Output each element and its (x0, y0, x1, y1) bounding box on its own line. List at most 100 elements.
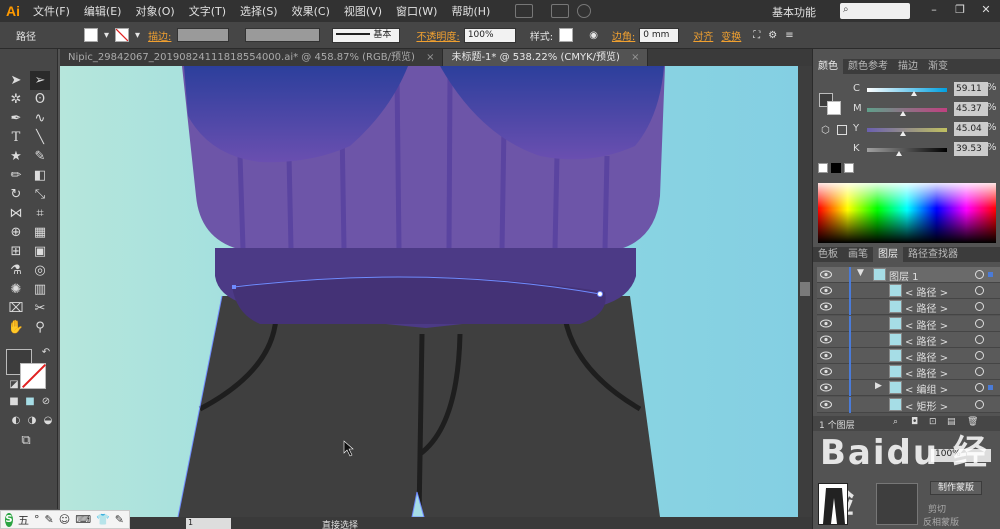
tab-color[interactable]: 颜色 (813, 59, 843, 74)
scroll-thumb[interactable] (800, 282, 810, 296)
artboard-number-field[interactable]: 1 (186, 518, 231, 529)
layer-name[interactable]: < 路径 > (905, 317, 948, 332)
invert-mask-checkbox-label[interactable]: 反相蒙版 (923, 515, 959, 528)
line-tool-icon[interactable]: ╲ (30, 128, 50, 147)
minimize-icon[interactable]: – (924, 3, 944, 19)
tab-document-2[interactable]: 未标题-1* @ 538.22% (CMYK/预览) × (443, 49, 649, 66)
eye-icon[interactable] (820, 335, 832, 344)
fill-swatch[interactable] (84, 28, 98, 42)
close-icon[interactable]: × (631, 52, 639, 63)
tab-stroke[interactable]: 描边 (893, 59, 923, 74)
eye-icon[interactable] (820, 302, 832, 311)
sublayer-row[interactable]: < 路径 > (817, 315, 1000, 332)
target-icon[interactable] (975, 286, 984, 296)
selection-tool-icon[interactable]: ➤ (6, 71, 26, 90)
ime-punct-icon[interactable]: ° (34, 513, 40, 526)
draw-inside-icon[interactable]: ◒ (38, 411, 58, 430)
perspective-grid-icon[interactable]: ▦ (30, 223, 50, 242)
layer-name[interactable]: < 路径 > (905, 365, 948, 380)
tab-document-1[interactable]: Nipic_29842067_20190824111818554000.ai* … (60, 49, 444, 66)
lasso-icon[interactable]: ʘ (30, 90, 50, 109)
scale-tool-icon[interactable]: ⤡ (30, 185, 50, 204)
make-mask-button[interactable]: 制作蒙版 (930, 481, 982, 495)
close-icon[interactable]: ✕ (976, 3, 996, 19)
channel-slider[interactable] (867, 88, 947, 92)
corner-label[interactable]: 边角: (608, 28, 639, 43)
sublayer-row[interactable]: < 路径 > (817, 331, 1000, 348)
menu-effect[interactable]: 效果(C) (285, 3, 337, 19)
menu-edit[interactable]: 编辑(E) (77, 3, 129, 19)
maximize-icon[interactable]: ❐ (950, 3, 970, 19)
screen-mode-icon[interactable]: ⧉ (16, 431, 36, 450)
layer-name[interactable]: < 路径 > (905, 284, 948, 299)
target-icon[interactable] (975, 270, 984, 279)
channel-slider[interactable] (867, 128, 947, 132)
clip-checkbox-label[interactable]: 剪切 (928, 502, 946, 515)
graphic-style-swatch[interactable] (559, 28, 574, 42)
direct-selection-tool-icon[interactable]: ➢ (30, 71, 50, 90)
recolor-icon[interactable]: ◉ (585, 30, 602, 41)
transform-link[interactable]: 变换 (717, 28, 745, 43)
none-color-swatch[interactable] (818, 163, 828, 173)
layer-row[interactable]: ▼ 图层 1 (817, 267, 1000, 283)
tab-brushes[interactable]: 画笔 (843, 247, 873, 262)
free-transform-icon[interactable]: ⌗ (30, 204, 50, 223)
gradient-tool-icon[interactable]: ▣ (30, 242, 50, 261)
eye-icon[interactable] (820, 319, 832, 328)
column-graph-icon[interactable]: ▥ (30, 280, 50, 299)
stroke-swatch[interactable] (115, 28, 130, 42)
paintbrush-icon[interactable]: ✎ (30, 147, 50, 166)
rotate-tool-icon[interactable]: ↻ (6, 185, 26, 204)
eraser-icon[interactable]: ◧ (30, 166, 50, 185)
eye-icon[interactable] (820, 286, 832, 295)
blend-tool-icon[interactable]: ◎ (30, 261, 50, 280)
opacity-input[interactable]: 100% (463, 27, 516, 43)
slider-thumb[interactable] (900, 131, 906, 136)
eye-icon[interactable] (820, 367, 832, 376)
ime-mode[interactable]: 五 (18, 512, 29, 528)
eye-icon[interactable] (820, 400, 832, 409)
menu-object[interactable]: 对象(O) (128, 3, 181, 19)
select-similar-icon[interactable]: ⚙ (764, 30, 781, 41)
menu-view[interactable]: 视图(V) (337, 3, 389, 19)
channel-value-input[interactable]: 45.04 (954, 122, 988, 136)
channel-value-input[interactable]: 45.37 (954, 102, 988, 116)
out-of-gamut-icon[interactable]: ⬡ (821, 125, 830, 136)
panel-menu-icon[interactable]: ≡ (781, 30, 797, 41)
black-color-swatch[interactable] (831, 163, 841, 173)
target-icon[interactable] (975, 318, 984, 328)
layer-name[interactable]: < 路径 > (905, 349, 948, 364)
sublayer-row[interactable]: < 路径 > (817, 364, 1000, 381)
brush-definition-dropdown[interactable]: 基本 (332, 27, 401, 43)
menu-help[interactable]: 帮助(H) (444, 3, 497, 19)
curvature-tool-icon[interactable]: ∿ (30, 109, 50, 128)
tab-swatches[interactable]: 色板 (813, 247, 843, 262)
layer-name[interactable]: < 矩形 > (905, 398, 948, 413)
sublayer-row[interactable]: ▶ < 编组 > (817, 380, 1000, 397)
layer-name[interactable]: < 编组 > (905, 381, 948, 396)
artboard-canvas[interactable] (60, 66, 798, 517)
none-mode-icon[interactable]: ⊘ (36, 392, 56, 411)
star-tool-icon[interactable]: ★ (6, 147, 26, 166)
shape-builder-icon[interactable]: ⊕ (6, 223, 26, 242)
target-icon[interactable] (975, 334, 984, 344)
target-icon[interactable] (975, 399, 984, 409)
selection-indicator[interactable] (988, 385, 993, 391)
isolate-icon[interactable]: ⛶ (749, 30, 764, 41)
ime-keyboard-icon[interactable]: ⌨ (75, 513, 91, 526)
width-tool-icon[interactable]: ⋈ (6, 204, 26, 223)
ime-toolbar[interactable]: S 五 ° ✎ ☺ ⌨ 👕 ✎ (0, 510, 130, 529)
slider-thumb[interactable] (896, 151, 902, 156)
opacity-label[interactable]: 不透明度: (412, 28, 463, 43)
selection-indicator[interactable] (988, 272, 993, 277)
variable-width-dropdown[interactable] (245, 28, 321, 42)
menu-select[interactable]: 选择(S) (233, 3, 285, 19)
expand-arrow-icon[interactable]: ▶ (875, 381, 882, 391)
menu-window[interactable]: 窗口(W) (389, 3, 444, 19)
menu-file[interactable]: 文件(F) (26, 3, 77, 19)
stroke-weight-dropdown[interactable] (177, 28, 230, 42)
bridge-icon[interactable] (515, 4, 534, 18)
workspace-switcher[interactable]: 基本功能 (772, 4, 816, 20)
type-tool-icon[interactable]: T (6, 128, 26, 147)
tab-layers[interactable]: 图层 (873, 247, 903, 262)
